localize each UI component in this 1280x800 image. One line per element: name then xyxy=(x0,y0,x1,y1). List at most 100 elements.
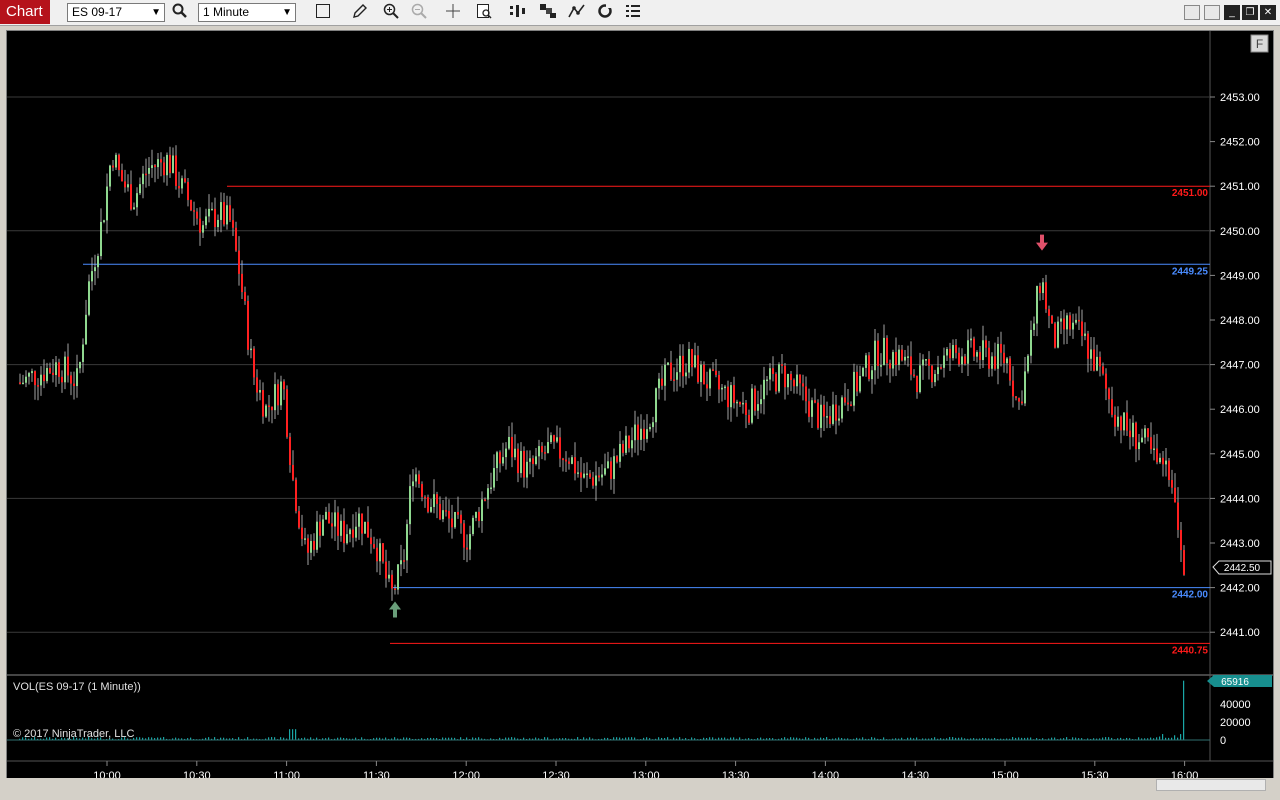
candle-body xyxy=(658,378,660,389)
f-button-label: F xyxy=(1256,37,1263,51)
bar-style-icon[interactable] xyxy=(313,3,333,23)
volume-bar xyxy=(1183,680,1185,740)
candle-body xyxy=(1117,416,1119,427)
candle-body xyxy=(1162,457,1164,465)
window-tile-right-button[interactable] xyxy=(1204,5,1220,20)
candle-body xyxy=(535,456,537,464)
candle-body xyxy=(316,521,318,550)
candle-body xyxy=(874,340,876,371)
properties-icon[interactable] xyxy=(623,3,643,23)
chart-panel[interactable]: 2451.00 2449.25 2442.00 2440.75 2453.00 2452… xyxy=(6,30,1274,792)
strategies-icon[interactable] xyxy=(508,3,528,23)
candle-body xyxy=(766,379,768,382)
candle-body xyxy=(910,356,912,375)
candle-body xyxy=(160,159,162,163)
candle-body xyxy=(538,446,540,457)
crosshair-icon[interactable] xyxy=(443,3,463,23)
minimize-button[interactable]: _ xyxy=(1224,5,1240,20)
zoom-out-icon[interactable] xyxy=(409,3,429,23)
candle-body xyxy=(1093,349,1095,371)
candle-body xyxy=(967,340,969,364)
candle-body xyxy=(1033,323,1035,330)
candle-body xyxy=(352,529,354,538)
candle-body xyxy=(31,371,33,374)
price-level-label: 2449.25 xyxy=(1172,266,1209,277)
candle-body xyxy=(1132,422,1134,438)
candle-body xyxy=(547,442,549,454)
candle-body xyxy=(67,356,69,376)
candle-body xyxy=(112,165,114,168)
candle-body xyxy=(52,372,54,375)
volume-series xyxy=(19,680,1185,740)
volume-axis-label: 40000 xyxy=(1220,699,1251,711)
candle-body xyxy=(442,510,444,520)
candle-body xyxy=(796,374,798,387)
candle-body xyxy=(91,271,93,282)
candle-body xyxy=(277,384,279,406)
instrument-search-icon[interactable] xyxy=(170,3,190,23)
candle-body xyxy=(772,368,774,374)
candle-body xyxy=(172,155,174,173)
candle-body xyxy=(274,384,276,411)
close-button[interactable]: ✕ xyxy=(1260,5,1276,20)
candle-body xyxy=(151,165,153,168)
candle-body xyxy=(118,154,120,171)
candle-body xyxy=(1063,318,1065,330)
candle-body xyxy=(1156,448,1158,463)
candle-body xyxy=(148,167,150,174)
candle-body xyxy=(85,314,87,345)
candle-body xyxy=(985,340,987,348)
candle-body xyxy=(1006,358,1008,364)
candle-body xyxy=(622,443,624,453)
candle-body xyxy=(949,349,951,359)
maximize-button[interactable]: ❐ xyxy=(1242,5,1258,20)
candle-body xyxy=(505,448,507,458)
candle-body xyxy=(307,538,309,553)
candle-body xyxy=(787,373,789,388)
candle-body xyxy=(253,348,255,378)
candle-body xyxy=(754,388,756,411)
candle-body xyxy=(403,560,405,562)
candle-body xyxy=(994,356,996,369)
zoom-in-icon[interactable] xyxy=(381,3,401,23)
candle-body xyxy=(826,416,828,418)
draw-pencil-icon[interactable] xyxy=(350,3,370,23)
candle-body xyxy=(697,355,699,383)
volume-axis-label: 0 xyxy=(1220,735,1226,747)
candle-body xyxy=(691,349,693,368)
refresh-icon[interactable] xyxy=(595,3,615,23)
chart-canvas[interactable]: 2451.00 2449.25 2442.00 2440.75 2453.00 2452… xyxy=(7,31,1273,791)
candle-body xyxy=(820,404,822,428)
candle-body xyxy=(1096,356,1098,371)
indicators-icon[interactable] xyxy=(567,3,587,23)
candle-body xyxy=(934,374,936,383)
price-axis-label: 2450.00 xyxy=(1220,226,1260,238)
chart-tab[interactable]: Chart xyxy=(0,0,50,24)
candle-body xyxy=(991,356,993,369)
candle-body xyxy=(478,511,480,521)
candle-body xyxy=(448,511,450,519)
candle-body xyxy=(856,371,858,392)
candle-body xyxy=(862,367,864,376)
volume-bar xyxy=(292,729,294,740)
candle-body xyxy=(190,200,192,211)
candle-body xyxy=(40,374,42,386)
data-box-icon[interactable] xyxy=(474,3,494,23)
candle-body xyxy=(523,450,525,478)
interval-select[interactable]: 1 Minute ▼ xyxy=(198,3,296,22)
scroll-thumb[interactable] xyxy=(1156,779,1266,791)
candle-body xyxy=(322,519,324,536)
candle-body xyxy=(34,371,36,386)
window-tile-left-button[interactable] xyxy=(1184,5,1200,20)
candle-body xyxy=(613,456,615,479)
horizontal-scrollbar[interactable] xyxy=(6,778,1274,792)
candle-body xyxy=(640,428,642,440)
candle-body xyxy=(247,301,249,350)
candle-body xyxy=(364,521,366,534)
candle-body xyxy=(781,364,783,366)
instrument-value: ES 09-17 xyxy=(72,5,123,19)
candle-body xyxy=(76,368,78,387)
candle-body xyxy=(367,521,369,538)
chart-trader-icon[interactable] xyxy=(538,3,558,23)
instrument-select[interactable]: ES 09-17 ▼ xyxy=(67,3,165,22)
